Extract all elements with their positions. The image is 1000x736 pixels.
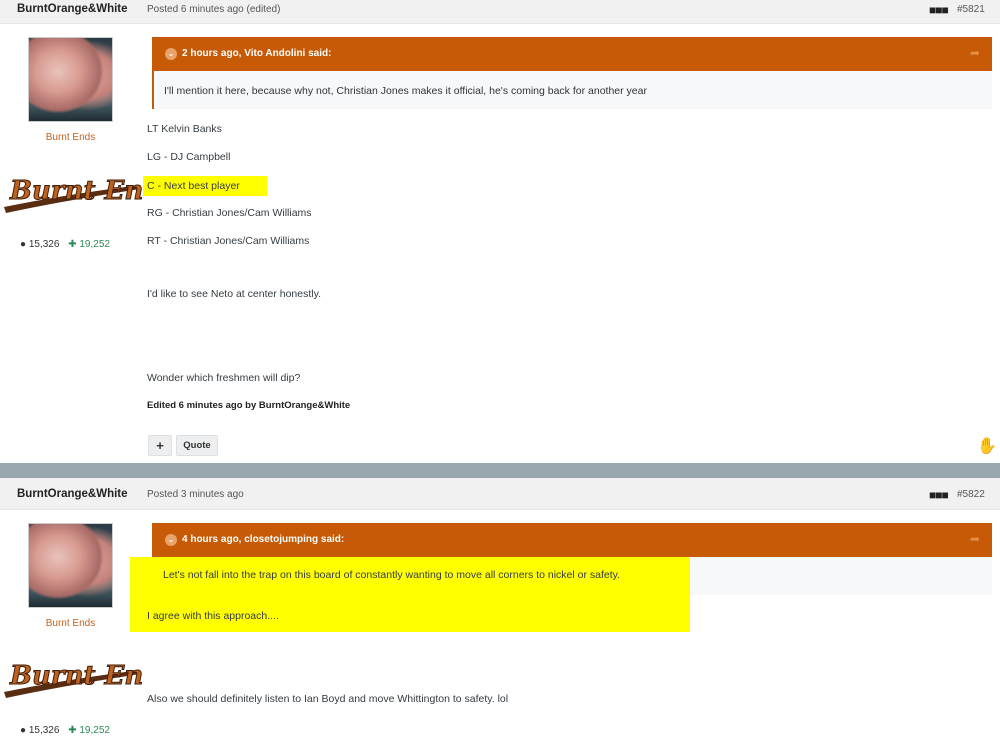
author-name[interactable]: BurntOrange&White — [17, 488, 128, 500]
more-options-icon[interactable]: ■■■ — [929, 3, 949, 17]
post-timestamp[interactable]: Posted 6 minutes ago (edited) — [147, 4, 280, 15]
quote-text: I'll mention it here, because why not, C… — [164, 85, 647, 97]
author-name[interactable]: BurntOrange&White — [17, 3, 128, 15]
burnt-ends-logo: Burnt Ends — [4, 176, 142, 213]
more-options-icon[interactable]: ■■■ — [929, 488, 949, 502]
post-number[interactable]: #5822 — [957, 489, 985, 500]
post-line: LT Kelvin Banks — [147, 123, 222, 135]
logo-text: Burnt Ends — [9, 661, 142, 691]
share-icon[interactable]: ➦ — [970, 46, 980, 60]
post-5822: BurntOrange&White Posted 3 minutes ago ■… — [0, 478, 1000, 736]
post-line: Also we should definitely listen to Ian … — [147, 693, 509, 705]
quote-citation[interactable]: 4 hours ago, closetojumping said: — [182, 534, 344, 545]
reputation-count: 19,252 — [79, 239, 110, 250]
edited-note: Edited 6 minutes ago by BurntOrange&Whit… — [147, 400, 351, 411]
member-stats: ● 15,326 ✚ 19,252 — [20, 725, 110, 736]
post-line: I'd like to see Neto at center honestly. — [147, 288, 321, 300]
member-rank: Burnt Ends — [45, 618, 96, 629]
post-line: I agree with this approach.... — [147, 610, 279, 622]
reputation-icon: ✚ — [68, 725, 77, 736]
quote-citation[interactable]: 2 hours ago, Vito Andolini said: — [182, 48, 331, 59]
quote-header: ⌄ 2 hours ago, Vito Andolini said: ➦ — [154, 37, 992, 71]
post-5821: BurntOrange&White Posted 6 minutes ago (… — [0, 0, 1000, 463]
logo-text: Burnt Ends — [9, 176, 142, 206]
post-separator — [0, 463, 1000, 478]
chevron-down-icon[interactable]: ⌄ — [165, 48, 177, 60]
comment-icon: ● — [20, 725, 27, 736]
plus-button[interactable]: + — [148, 435, 172, 456]
chevron-down-icon[interactable]: ⌄ — [165, 534, 177, 546]
quote-header: ⌄ 4 hours ago, closetojumping said: ➦ — [154, 523, 992, 557]
post-count: 15,326 — [28, 239, 60, 250]
post-count: 15,326 — [28, 725, 60, 736]
burnt-ends-logo: Burnt Ends — [4, 661, 142, 698]
post-header: BurntOrange&White Posted 3 minutes ago ■… — [0, 478, 1000, 510]
quote-button[interactable]: Quote — [176, 435, 218, 456]
post-line: Wonder which freshmen will dip? — [147, 372, 301, 384]
share-icon[interactable]: ➦ — [970, 532, 980, 546]
post-number[interactable]: #5821 — [957, 4, 985, 15]
post-line: RT - Christian Jones/Cam Williams — [147, 235, 310, 247]
reputation-count: 19,252 — [79, 725, 110, 736]
avatar[interactable] — [28, 37, 113, 122]
member-stats: ● 15,326 ✚ 19,252 — [20, 239, 110, 250]
quote-block: ⌄ 2 hours ago, Vito Andolini said: ➦ I'l… — [152, 37, 992, 109]
reaction-icon[interactable]: ✋ — [977, 436, 997, 456]
post-timestamp[interactable]: Posted 3 minutes ago — [147, 489, 244, 500]
avatar[interactable] — [28, 523, 113, 608]
quote-text: Let's not fall into the trap on this boa… — [163, 569, 621, 581]
post-line: RG - Christian Jones/Cam Williams — [147, 207, 312, 219]
post-header: BurntOrange&White Posted 6 minutes ago (… — [0, 0, 1000, 24]
member-rank: Burnt Ends — [45, 132, 96, 143]
post-line: C - Next best player — [147, 180, 240, 192]
post-line: LG - DJ Campbell — [147, 151, 231, 163]
reputation-icon: ✚ — [68, 239, 77, 250]
comment-icon: ● — [20, 239, 27, 250]
